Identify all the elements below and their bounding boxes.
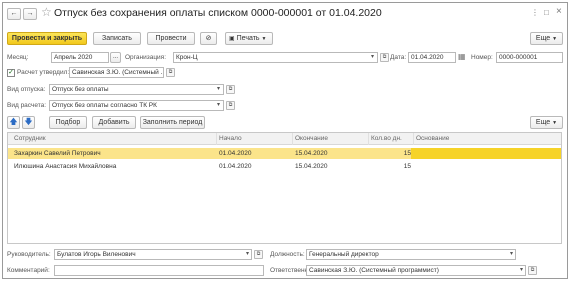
more-button[interactable]: Еще ▼ [530, 32, 563, 45]
open-link-icon[interactable]: ⧉ [254, 250, 263, 259]
chevron-down-icon[interactable]: ▾ [518, 266, 525, 275]
end-cell: 15.04.2020 [295, 163, 328, 170]
number-field[interactable]: 0000-000001 [496, 52, 563, 63]
move-up-icon[interactable]: 🡅 [7, 116, 20, 129]
select-button[interactable]: Подбор [49, 116, 87, 129]
back-button[interactable]: ← [7, 8, 21, 20]
open-link-icon[interactable]: ⧉ [380, 53, 389, 62]
employee-cell: Илюшина Анастасия Михайловна [14, 163, 117, 170]
comment-label: Комментарий: [7, 267, 50, 274]
date-label: Дата: [390, 54, 407, 61]
window-title: Отпуск без сохранения оплаты списком 000… [54, 7, 382, 19]
print-label: Печать [236, 35, 260, 42]
fill-period-button[interactable]: Заполнить период [140, 116, 205, 129]
save-button[interactable]: Записать [93, 32, 141, 45]
head-label: Руководитель: [7, 251, 51, 258]
chevron-down-icon[interactable]: ▾ [215, 101, 222, 110]
forward-button[interactable]: → [23, 8, 37, 20]
organization-field[interactable]: Крон-Ц [173, 52, 378, 63]
open-link-icon[interactable]: ⧉ [226, 101, 235, 110]
chevron-down-icon[interactable]: ▾ [369, 53, 376, 62]
column-header-start[interactable]: Начало [217, 133, 293, 145]
close-icon[interactable]: × [556, 6, 562, 17]
table-more-button[interactable]: Еще ▼ [530, 116, 563, 129]
chevron-down-icon[interactable]: ▾ [215, 85, 222, 94]
basis-cell[interactable] [411, 148, 561, 159]
table-header: Сотрудник Начало Окончание Кол.во дн. Ос… [8, 133, 561, 145]
approved-label: Расчет утвердил: [17, 69, 70, 76]
position-field[interactable]: Генеральный директор [306, 249, 516, 260]
chevron-down-icon: ▼ [552, 120, 558, 126]
head-field[interactable]: Булатов Игорь Виленович [54, 249, 252, 260]
comment-field[interactable] [54, 265, 264, 276]
month-label: Месяц: [7, 54, 29, 61]
chevron-down-icon[interactable]: ▾ [244, 250, 251, 259]
document-window: ← → ☆ Отпуск без сохранения оплаты списк… [2, 2, 568, 279]
more-label: Еще [535, 119, 551, 126]
open-link-icon[interactable]: ⧉ [166, 68, 175, 77]
table-row[interactable]: Захаркин Савелий Петрович 01.04.2020 15.… [8, 148, 561, 159]
month-select-button[interactable]: ... [110, 52, 121, 63]
column-header-days[interactable]: Кол.во дн. [369, 133, 414, 145]
column-header-end[interactable]: Окончание [293, 133, 369, 145]
employee-cell: Захаркин Савелий Петрович [14, 150, 101, 157]
column-header-employee[interactable]: Сотрудник [8, 133, 217, 145]
leave-type-label: Вид отпуска: [7, 86, 46, 93]
maximize-icon[interactable]: □ [544, 8, 549, 17]
chevron-down-icon[interactable]: ▾ [508, 250, 515, 259]
open-link-icon[interactable]: ⧉ [226, 85, 235, 94]
calc-type-label: Вид расчета: [7, 102, 47, 109]
column-header-basis[interactable]: Основание [414, 133, 561, 145]
leave-type-field[interactable]: Отпуск без оплаты [49, 84, 224, 95]
post-button[interactable]: Провести [147, 32, 195, 45]
end-cell: 15.04.2020 [295, 150, 328, 157]
days-cell: 15 [403, 150, 411, 157]
start-cell: 01.04.2020 [219, 163, 252, 170]
post-and-close-button[interactable]: Провести и закрыть [7, 32, 87, 45]
calendar-icon[interactable]: ▦ [458, 52, 466, 61]
organization-label: Организация: [125, 54, 167, 61]
approved-checkbox[interactable]: ✓ [7, 69, 15, 77]
chevron-down-icon: ▼ [552, 36, 558, 42]
add-button[interactable]: Добавить [92, 116, 136, 129]
calc-type-field[interactable]: Отпуск без оплаты согласно ТК РК [49, 100, 224, 111]
open-link-icon[interactable]: ⧉ [528, 266, 537, 275]
date-field[interactable]: 01.04.2020 [408, 52, 456, 63]
employees-table: Сотрудник Начало Окончание Кол.во дн. Ос… [7, 132, 562, 244]
month-field[interactable]: Апрель 2020 [51, 52, 109, 63]
more-label: Еще [535, 35, 551, 42]
move-down-icon[interactable]: 🡇 [22, 116, 35, 129]
table-row[interactable]: Илюшина Анастасия Михайловна 01.04.2020 … [8, 161, 561, 172]
approved-by-field[interactable]: Савинская З.Ю. (Системный ... [69, 67, 164, 78]
responsible-field[interactable]: Савинская З.Ю. (Системный программист) [306, 265, 526, 276]
position-label: Должность: [270, 251, 305, 258]
attachment-icon[interactable]: ⊘ [200, 32, 217, 45]
print-button[interactable]: ▣ Печать ▼ [225, 32, 273, 45]
days-cell: 15 [403, 163, 411, 170]
favorite-star-icon[interactable]: ☆ [41, 5, 52, 19]
start-cell: 01.04.2020 [219, 150, 252, 157]
number-label: Номер: [471, 54, 493, 61]
chevron-down-icon: ▼ [261, 36, 267, 42]
printer-icon: ▣ [229, 36, 235, 42]
more-menu-icon[interactable]: ⋮ [531, 8, 539, 17]
